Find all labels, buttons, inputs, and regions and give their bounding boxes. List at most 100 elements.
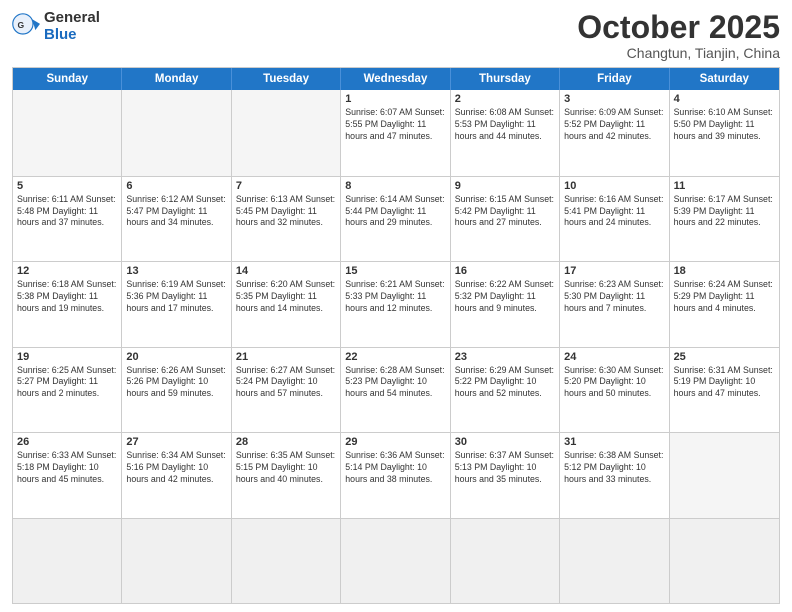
header-sunday: Sunday [13,68,122,90]
day-info: Sunrise: 6:24 AM Sunset: 5:29 PM Dayligh… [674,279,775,315]
day-info: Sunrise: 6:29 AM Sunset: 5:22 PM Dayligh… [455,365,555,401]
day-info: Sunrise: 6:18 AM Sunset: 5:38 PM Dayligh… [17,279,117,315]
svg-text:G: G [17,19,24,29]
page-header: G General Blue October 2025 Changtun, Ti… [12,10,780,61]
day-info: Sunrise: 6:10 AM Sunset: 5:50 PM Dayligh… [674,107,775,143]
calendar-week-4: 26Sunrise: 6:33 AM Sunset: 5:18 PM Dayli… [13,432,779,517]
table-row [122,519,231,603]
table-row: 12 Sunrise: 6:18 AM Sunset: 5:38 PM Dayli… [13,262,122,346]
day-info: Sunrise: 6:31 AM Sunset: 5:19 PM Dayligh… [674,365,775,401]
day-info: Sunrise: 6:14 AM Sunset: 5:44 PM Dayligh… [345,194,445,230]
title-area: October 2025 Changtun, Tianjin, China [577,10,780,61]
day-number: 15 [345,265,445,277]
day-number: 12 [17,265,117,277]
table-row: 2Sunrise: 6:08 AM Sunset: 5:53 PM Daylig… [451,90,560,175]
day-number: 13 [126,265,226,277]
logo-icon: G [12,13,40,41]
table-row [560,519,669,603]
day-number: 26 [17,436,117,448]
table-row: 16 Sunrise: 6:22 AM Sunset: 5:32 PM Dayli… [451,262,560,346]
table-row: 19 Sunrise: 6:25 AM Sunset: 5:27 PM Dayli… [13,348,122,432]
day-number: 10 [564,180,664,192]
day-info: Sunrise: 6:16 AM Sunset: 5:41 PM Dayligh… [564,194,664,230]
table-row: 27 Sunrise: 6:34 AM Sunset: 5:16 PM Dayli… [122,433,231,517]
table-row: 30 Sunrise: 6:37 AM Sunset: 5:13 PM Dayli… [451,433,560,517]
header-tuesday: Tuesday [232,68,341,90]
table-row: 3 Sunrise: 6:09 AM Sunset: 5:52 PM Daylig… [560,90,669,175]
day-number: 27 [126,436,226,448]
calendar-body: 1Sunrise: 6:07 AM Sunset: 5:55 PM Daylig… [13,90,779,603]
table-row: 15 Sunrise: 6:21 AM Sunset: 5:33 PM Dayli… [341,262,450,346]
calendar-week-1: 5 Sunrise: 6:11 AM Sunset: 5:48 PM Daylig… [13,176,779,261]
day-number: 5 [17,180,117,192]
day-info: Sunrise: 6:27 AM Sunset: 5:24 PM Dayligh… [236,365,336,401]
table-row: 6Sunrise: 6:12 AM Sunset: 5:47 PM Daylig… [122,177,231,261]
table-row: 28 Sunrise: 6:35 AM Sunset: 5:15 PM Dayli… [232,433,341,517]
day-info: Sunrise: 6:28 AM Sunset: 5:23 PM Dayligh… [345,365,445,401]
day-number: 23 [455,351,555,363]
day-info: Sunrise: 6:25 AM Sunset: 5:27 PM Dayligh… [17,365,117,401]
day-info: Sunrise: 6:23 AM Sunset: 5:30 PM Dayligh… [564,279,664,315]
day-info: Sunrise: 6:36 AM Sunset: 5:14 PM Dayligh… [345,450,445,486]
day-info: Sunrise: 6:22 AM Sunset: 5:32 PM Dayligh… [455,279,555,315]
table-row: 29 Sunrise: 6:36 AM Sunset: 5:14 PM Dayli… [341,433,450,517]
location: Changtun, Tianjin, China [577,45,780,61]
table-row: 9Sunrise: 6:15 AM Sunset: 5:42 PM Daylig… [451,177,560,261]
day-info: Sunrise: 6:37 AM Sunset: 5:13 PM Dayligh… [455,450,555,486]
day-number: 18 [674,265,775,277]
day-info: Sunrise: 6:17 AM Sunset: 5:39 PM Dayligh… [674,194,775,230]
table-row: 20Sunrise: 6:26 AM Sunset: 5:26 PM Dayli… [122,348,231,432]
day-number: 22 [345,351,445,363]
table-row: 25 Sunrise: 6:31 AM Sunset: 5:19 PM Dayli… [670,348,779,432]
calendar-week-0: 1Sunrise: 6:07 AM Sunset: 5:55 PM Daylig… [13,90,779,175]
table-row: 17 Sunrise: 6:23 AM Sunset: 5:30 PM Dayli… [560,262,669,346]
day-number: 4 [674,93,775,105]
table-row [13,519,122,603]
table-row: 7Sunrise: 6:13 AM Sunset: 5:45 PM Daylig… [232,177,341,261]
table-row: 24Sunrise: 6:30 AM Sunset: 5:20 PM Dayli… [560,348,669,432]
day-number: 8 [345,180,445,192]
day-number: 6 [126,180,226,192]
day-number: 21 [236,351,336,363]
table-row [232,90,341,175]
day-number: 17 [564,265,664,277]
table-row: 26Sunrise: 6:33 AM Sunset: 5:18 PM Dayli… [13,433,122,517]
day-number: 20 [126,351,226,363]
day-number: 3 [564,93,664,105]
page-container: G General Blue October 2025 Changtun, Ti… [0,0,792,612]
calendar-week-2: 12 Sunrise: 6:18 AM Sunset: 5:38 PM Dayli… [13,261,779,346]
day-number: 29 [345,436,445,448]
table-row: 8 Sunrise: 6:14 AM Sunset: 5:44 PM Daylig… [341,177,450,261]
day-number: 9 [455,180,555,192]
table-row: 1Sunrise: 6:07 AM Sunset: 5:55 PM Daylig… [341,90,450,175]
day-number: 25 [674,351,775,363]
day-info: Sunrise: 6:30 AM Sunset: 5:20 PM Dayligh… [564,365,664,401]
day-number: 28 [236,436,336,448]
day-number: 30 [455,436,555,448]
day-number: 19 [17,351,117,363]
day-info: Sunrise: 6:21 AM Sunset: 5:33 PM Dayligh… [345,279,445,315]
day-number: 16 [455,265,555,277]
table-row: 5 Sunrise: 6:11 AM Sunset: 5:48 PM Daylig… [13,177,122,261]
header-monday: Monday [122,68,231,90]
day-info: Sunrise: 6:13 AM Sunset: 5:45 PM Dayligh… [236,194,336,230]
day-info: Sunrise: 6:07 AM Sunset: 5:55 PM Dayligh… [345,107,445,143]
table-row: 13Sunrise: 6:19 AM Sunset: 5:36 PM Dayli… [122,262,231,346]
table-row: 10 Sunrise: 6:16 AM Sunset: 5:41 PM Dayli… [560,177,669,261]
table-row: 31Sunrise: 6:38 AM Sunset: 5:12 PM Dayli… [560,433,669,517]
table-row [122,90,231,175]
day-info: Sunrise: 6:35 AM Sunset: 5:15 PM Dayligh… [236,450,336,486]
table-row: 18 Sunrise: 6:24 AM Sunset: 5:29 PM Dayli… [670,262,779,346]
day-info: Sunrise: 6:38 AM Sunset: 5:12 PM Dayligh… [564,450,664,486]
day-info: Sunrise: 6:34 AM Sunset: 5:16 PM Dayligh… [126,450,226,486]
day-info: Sunrise: 6:20 AM Sunset: 5:35 PM Dayligh… [236,279,336,315]
table-row: 21 Sunrise: 6:27 AM Sunset: 5:24 PM Dayli… [232,348,341,432]
day-number: 2 [455,93,555,105]
day-info: Sunrise: 6:11 AM Sunset: 5:48 PM Dayligh… [17,194,117,230]
day-info: Sunrise: 6:09 AM Sunset: 5:52 PM Dayligh… [564,107,664,143]
logo-text: General Blue [44,10,100,43]
table-row: 11Sunrise: 6:17 AM Sunset: 5:39 PM Dayli… [670,177,779,261]
table-row: 14Sunrise: 6:20 AM Sunset: 5:35 PM Dayli… [232,262,341,346]
table-row [341,519,450,603]
logo-general: General [44,10,100,27]
